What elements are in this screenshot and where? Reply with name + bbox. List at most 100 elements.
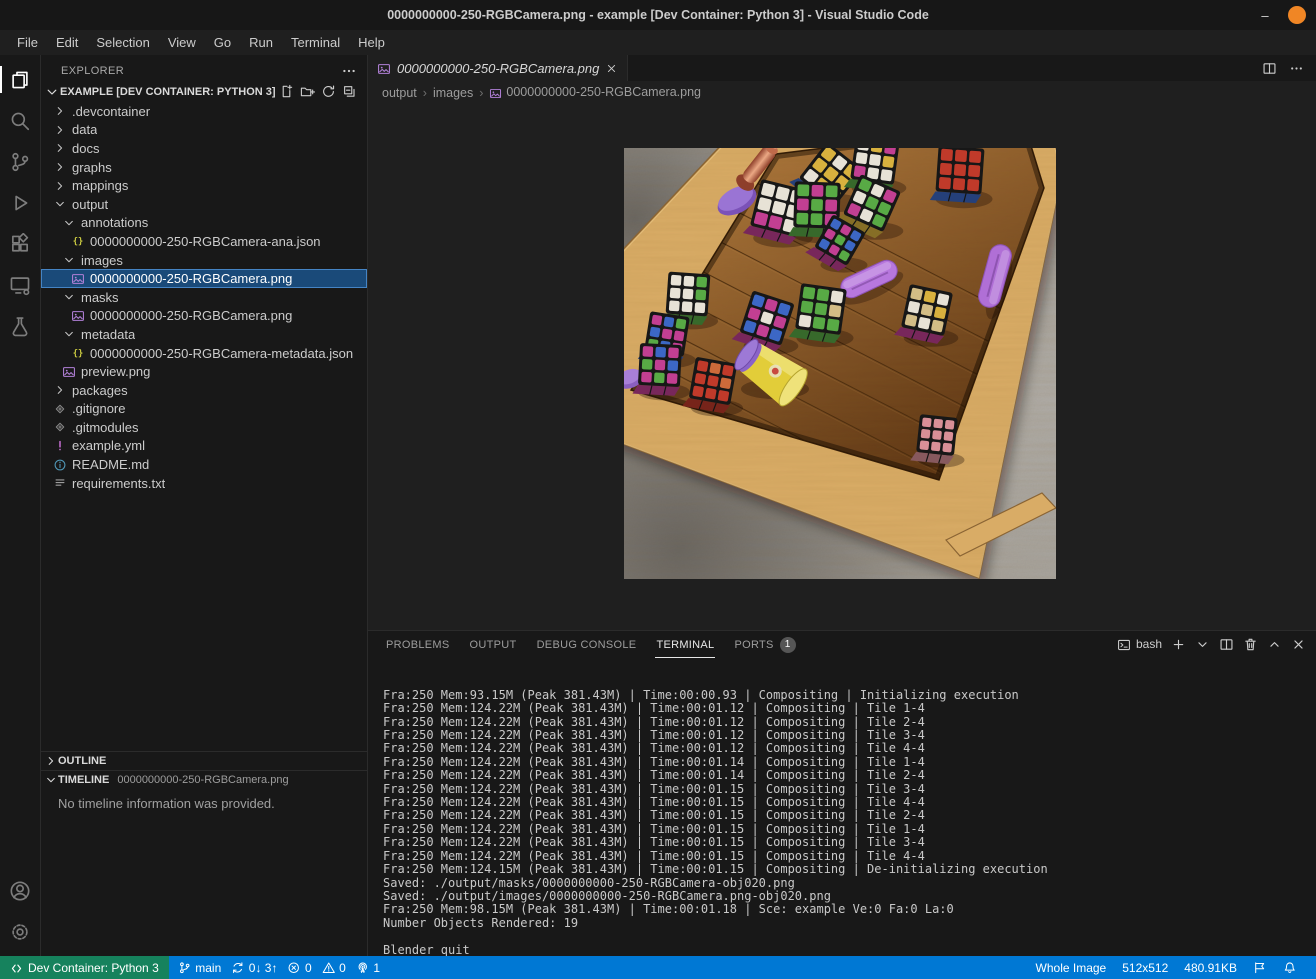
menu-go[interactable]: Go xyxy=(205,33,240,52)
kill-terminal-icon[interactable] xyxy=(1243,637,1258,652)
terminal-line: Fra:250 Mem:93.15M (Peak 381.43M) | Time… xyxy=(383,689,1316,702)
tree-item-packages[interactable]: packages xyxy=(41,381,367,400)
collapse-all-icon[interactable] xyxy=(342,84,357,99)
status-feedback[interactable] xyxy=(1245,956,1275,979)
status-notifications[interactable] xyxy=(1275,956,1305,979)
split-editor-icon[interactable] xyxy=(1262,60,1277,76)
activity-source-control[interactable] xyxy=(0,141,40,182)
status-forwarded-ports[interactable]: 1 xyxy=(351,956,385,979)
launch-profile-chevron-icon[interactable] xyxy=(1195,637,1210,652)
status-problems-warnings[interactable]: 0 xyxy=(317,956,351,979)
tree-item-0000000000-250-RGBCamera-ana.json[interactable]: {}0000000000-250-RGBCamera-ana.json xyxy=(41,232,367,251)
editor-content xyxy=(368,104,1316,630)
activity-explorer[interactable] xyxy=(0,59,40,100)
breadcrumb-0000000000-250-RGBCamera.png[interactable]: 0000000000-250-RGBCamera.png xyxy=(489,85,701,99)
activity-accounts[interactable] xyxy=(0,870,40,911)
terminal-line: Fra:250 Mem:124.22M (Peak 381.43M) | Tim… xyxy=(383,769,1316,782)
tree-item-annotations[interactable]: annotations xyxy=(41,214,367,233)
explorer-more-actions-icon[interactable] xyxy=(341,63,357,79)
close-window-button[interactable] xyxy=(1288,6,1306,24)
menu-edit[interactable]: Edit xyxy=(47,33,87,52)
panel-tab-terminal[interactable]: TERMINAL xyxy=(646,631,724,658)
menu-help[interactable]: Help xyxy=(349,33,394,52)
tree-item-metadata[interactable]: metadata xyxy=(41,325,367,344)
status-image-dimensions[interactable]: 512x512 xyxy=(1114,956,1176,979)
tree-item-0000000000-250-RGBCamera.png[interactable]: 0000000000-250-RGBCamera.png xyxy=(41,307,367,326)
refresh-icon[interactable] xyxy=(321,84,336,99)
tree-item-preview.png[interactable]: preview.png xyxy=(41,362,367,381)
beaker-icon xyxy=(9,315,31,337)
activity-testing[interactable] xyxy=(0,305,40,346)
terminal-icon xyxy=(1117,637,1131,652)
outline-section[interactable]: OUTLINE xyxy=(41,751,367,770)
editor-area: 0000000000-250-RGBCamera.png output›imag… xyxy=(368,55,1316,956)
status-image-file-size[interactable]: 480.91KB xyxy=(1176,956,1245,979)
image-preview[interactable] xyxy=(624,148,1056,579)
explorer-section-header[interactable]: EXAMPLE [DEV CONTAINER: PYTHON 3] xyxy=(41,81,367,102)
tree-item-.gitignore[interactable]: .gitignore xyxy=(41,400,367,419)
tree-item-0000000000-250-RGBCamera-metadata.json[interactable]: {}0000000000-250-RGBCamera-metadata.json xyxy=(41,344,367,363)
remote-indicator[interactable]: Dev Container: Python 3 xyxy=(0,956,169,979)
title-bar: 0000000000-250-RGBCamera.png - example [… xyxy=(0,0,1316,30)
breadcrumb-images[interactable]: images xyxy=(433,86,473,100)
status-problems-errors[interactable]: 0 xyxy=(282,956,316,979)
tree-item-0000000000-250-RGBCamera.png[interactable]: 0000000000-250-RGBCamera.png xyxy=(41,269,367,288)
status-git-sync[interactable]: 0↓ 3↑ xyxy=(226,956,282,979)
panel-tab-output[interactable]: OUTPUT xyxy=(460,631,527,658)
tree-item-mappings[interactable]: mappings xyxy=(41,176,367,195)
new-file-icon[interactable] xyxy=(279,84,294,99)
timeline-section[interactable]: TIMELINE 0000000000-250-RGBCamera.png xyxy=(41,770,367,789)
more-actions-icon[interactable] xyxy=(1289,60,1304,76)
tree-item-label: masks xyxy=(81,290,119,305)
activity-remote-explorer[interactable] xyxy=(0,264,40,305)
chevron-right-icon xyxy=(52,160,68,174)
tree-item-images[interactable]: images xyxy=(41,251,367,270)
vscode-window: 0000000000-250-RGBCamera.png - example [… xyxy=(0,0,1316,979)
maximize-panel-icon[interactable] xyxy=(1267,637,1282,652)
split-terminal-icon[interactable] xyxy=(1219,637,1234,652)
menu-file[interactable]: File xyxy=(8,33,47,52)
tab-image-file[interactable]: 0000000000-250-RGBCamera.png xyxy=(368,55,628,81)
new-terminal-icon[interactable] xyxy=(1171,637,1186,652)
menu-run[interactable]: Run xyxy=(240,33,282,52)
panel-tab-problems[interactable]: PROBLEMS xyxy=(376,631,460,658)
source-control-icon xyxy=(9,151,31,173)
tree-item-graphs[interactable]: graphs xyxy=(41,158,367,177)
ports-icon xyxy=(356,960,370,975)
tree-item-label: annotations xyxy=(81,215,148,230)
minimize-button[interactable]: – xyxy=(1258,8,1272,22)
tree-item-.devcontainer[interactable]: .devcontainer xyxy=(41,102,367,121)
tree-item-label: packages xyxy=(72,383,128,398)
tree-item-requirements.txt[interactable]: requirements.txt xyxy=(41,474,367,493)
error-icon xyxy=(287,960,301,975)
tree-item-data[interactable]: data xyxy=(41,121,367,140)
new-folder-icon[interactable] xyxy=(300,84,315,99)
breadcrumb-output[interactable]: output xyxy=(382,86,417,100)
tree-item-docs[interactable]: docs xyxy=(41,139,367,158)
activity-run-and-debug[interactable] xyxy=(0,182,40,223)
status-image-zoom-mode[interactable]: Whole Image xyxy=(1028,956,1115,979)
svg-text:{}: {} xyxy=(73,238,84,248)
terminal-output[interactable]: Fra:250 Mem:93.15M (Peak 381.43M) | Time… xyxy=(368,658,1316,956)
json-file-icon: {} xyxy=(70,346,86,360)
activity-settings[interactable] xyxy=(0,911,40,952)
terminal-line: Saved: ./output/masks/0000000000-250-RGB… xyxy=(383,877,1316,890)
close-panel-icon[interactable] xyxy=(1291,637,1306,652)
menu-terminal[interactable]: Terminal xyxy=(282,33,349,52)
menu-view[interactable]: View xyxy=(159,33,205,52)
tree-item-README.md[interactable]: README.md xyxy=(41,455,367,474)
terminal-shell-selector[interactable]: bash xyxy=(1117,637,1162,652)
tree-item-label: README.md xyxy=(72,457,149,472)
panel-tab-ports[interactable]: PORTS1 xyxy=(724,631,805,658)
tree-item-.gitmodules[interactable]: .gitmodules xyxy=(41,418,367,437)
status-git-branch[interactable]: main xyxy=(173,956,227,979)
close-icon[interactable] xyxy=(605,62,618,75)
activity-search[interactable] xyxy=(0,100,40,141)
panel-tab-debug-console[interactable]: DEBUG CONSOLE xyxy=(527,631,647,658)
activity-extensions[interactable] xyxy=(0,223,40,264)
tree-item-example.yml[interactable]: example.yml xyxy=(41,437,367,456)
menu-selection[interactable]: Selection xyxy=(87,33,158,52)
tree-item-masks[interactable]: masks xyxy=(41,288,367,307)
tree-item-label: preview.png xyxy=(81,364,150,379)
tree-item-output[interactable]: output xyxy=(41,195,367,214)
